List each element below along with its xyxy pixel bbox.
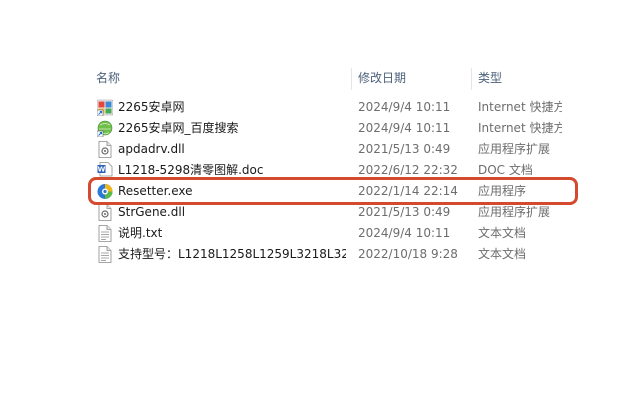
- file-type: Internet 快捷方式: [478, 121, 562, 135]
- dll-file-icon: [97, 141, 113, 158]
- file-date: 2022/10/18 9:28: [358, 247, 458, 261]
- column-header-bar: 名称 修改日期 类型: [0, 64, 640, 92]
- word-doc-icon: W: [97, 162, 113, 179]
- file-name: 支持型号：L1218L1258L1259L3218L32...: [118, 247, 346, 261]
- file-type: 应用程序扩展: [478, 205, 551, 219]
- file-name: 2265安卓网: [118, 100, 185, 114]
- file-type: DOC 文档: [478, 163, 533, 177]
- svg-text:W: W: [98, 166, 106, 174]
- file-type: Internet 快捷方式: [478, 100, 562, 114]
- file-type: 文本文档: [478, 226, 527, 240]
- file-type: 文本文档: [478, 247, 527, 261]
- file-row-apdadrv-dll[interactable]: apdadrv.dll 2021/5/13 0:49 应用程序扩展: [0, 139, 640, 160]
- file-name: L1218-5298清零图解.doc: [118, 163, 264, 177]
- file-name: apdadrv.dll: [118, 142, 185, 156]
- file-row-supported-models-txt[interactable]: 支持型号：L1218L1258L1259L3218L32... 2022/10/…: [0, 244, 640, 265]
- column-separator[interactable]: [351, 68, 352, 90]
- column-separator[interactable]: [471, 68, 472, 90]
- resetter-app-icon: [97, 183, 113, 200]
- text-file-icon: [97, 246, 113, 263]
- file-row-strgene-dll[interactable]: StrGene.dll 2021/5/13 0:49 应用程序扩展: [0, 202, 640, 223]
- text-file-icon: [97, 225, 113, 242]
- file-type: 应用程序: [478, 184, 527, 198]
- file-row-2265-baidu-shortcut[interactable]: 2265安卓网_百度搜索 2024/9/4 10:11 Internet 快捷方…: [0, 118, 640, 139]
- file-name: 2265安卓网_百度搜索: [118, 121, 239, 135]
- internet-shortcut-icon: [96, 120, 113, 138]
- file-row-readme-txt[interactable]: 说明.txt 2024/9/4 10:11 文本文档: [0, 223, 640, 244]
- column-header-type[interactable]: 类型: [478, 64, 502, 92]
- file-name: Resetter.exe: [118, 184, 193, 198]
- file-date: 2024/9/4 10:11: [358, 100, 451, 114]
- internet-shortcut-icon: [96, 99, 114, 117]
- file-date: 2024/9/4 10:11: [358, 226, 451, 240]
- file-row-resetter-exe[interactable]: Resetter.exe 2022/1/14 22:14 应用程序: [0, 181, 640, 202]
- file-name: 说明.txt: [118, 226, 163, 240]
- dll-file-icon: [97, 204, 113, 221]
- file-row-l1218-doc[interactable]: W L1218-5298清零图解.doc 2022/6/12 22:32 DOC…: [0, 160, 640, 181]
- column-header-date[interactable]: 修改日期: [358, 64, 406, 92]
- file-name: StrGene.dll: [118, 205, 186, 219]
- file-date: 2021/5/13 0:49: [358, 205, 451, 219]
- file-date: 2022/6/12 22:32: [358, 163, 458, 177]
- file-date: 2021/5/13 0:49: [358, 142, 451, 156]
- file-explorer-list: 名称 修改日期 类型 2265安卓网 2024/9/4 10:11 Intern…: [0, 0, 640, 400]
- file-date: 2024/9/4 10:11: [358, 121, 451, 135]
- file-type: 应用程序扩展: [478, 142, 551, 156]
- file-row-2265-shortcut[interactable]: 2265安卓网 2024/9/4 10:11 Internet 快捷方式: [0, 97, 640, 118]
- column-header-name[interactable]: 名称: [96, 64, 120, 92]
- file-date: 2022/1/14 22:14: [358, 184, 458, 198]
